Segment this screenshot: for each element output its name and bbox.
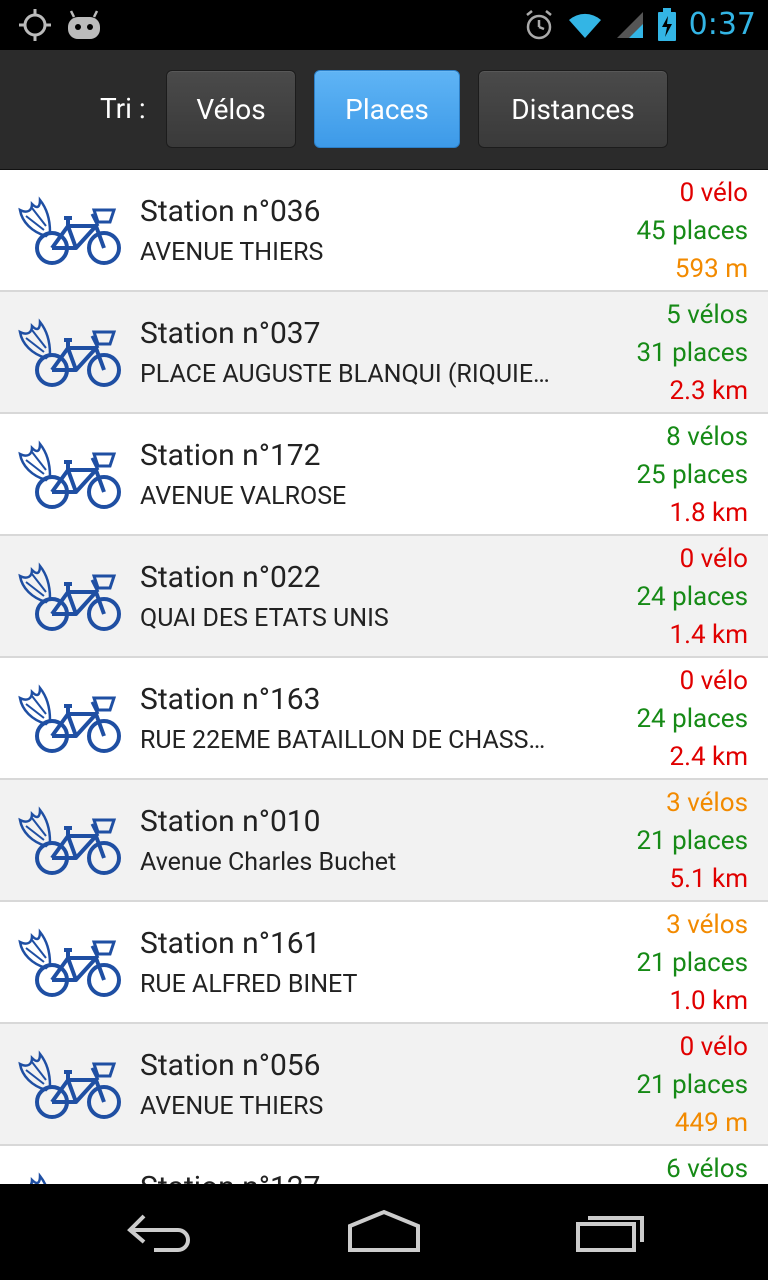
station-distance: 5.1 km	[669, 864, 748, 894]
gps-icon	[19, 9, 51, 41]
station-name: Station n°022	[140, 560, 321, 595]
navigation-bar	[0, 1184, 768, 1280]
sort-by-places-button[interactable]: Places	[314, 70, 460, 148]
bike-station-icon	[18, 928, 121, 997]
available-bikes: 3 vélos	[666, 788, 748, 818]
sort-by-distance-button[interactable]: Distances	[478, 70, 668, 148]
available-places: 21 places	[636, 826, 748, 856]
available-places: 21 places	[636, 948, 748, 978]
available-bikes: 5 vélos	[666, 300, 748, 330]
station-stats: 8 vélos 25 places 1.8 km	[636, 418, 748, 532]
station-row[interactable]: Station n°036 AVENUE THIERS 0 vélo 45 place…	[0, 170, 768, 292]
station-name: Station n°037	[140, 316, 321, 351]
station-name: Station n°161	[140, 926, 321, 961]
available-places: 45 places	[636, 216, 748, 246]
station-distance: 2.3 km	[669, 376, 748, 406]
station-stats: 0 vélo 24 places 1.4 km	[636, 540, 748, 654]
sort-by-bikes-button[interactable]: Vélos	[166, 70, 296, 148]
station-row[interactable]: Station n°022 QUAI DES ETATS UNIS 0 vélo 24…	[0, 536, 768, 658]
station-row[interactable]: Station n°056 AVENUE THIERS 0 vélo 21 place…	[0, 1024, 768, 1146]
station-name: Station n°010	[140, 804, 321, 839]
station-address: RUE 22EME BATAILLON DE CHASS…	[140, 726, 546, 755]
station-row[interactable]: Station n°172 AVENUE VALROSE 8 vélos 25 pla…	[0, 414, 768, 536]
station-distance: 1.0 km	[669, 986, 748, 1016]
station-stats: 0 vélo 21 places 449 m	[636, 1028, 748, 1142]
signal-icon	[616, 12, 643, 38]
available-bikes: 6 vélos	[666, 1154, 748, 1184]
bike-station-icon	[18, 440, 121, 509]
status-bar: 0:37	[0, 0, 768, 50]
bike-station-icon	[18, 684, 121, 753]
station-address: Avenue Charles Buchet	[140, 848, 397, 877]
station-address: PLACE AUGUSTE BLANQUI (RIQUIE…	[140, 360, 550, 389]
available-places: 31 places	[636, 338, 748, 368]
station-stats: 0 vélo 45 places 593 m	[636, 174, 748, 288]
available-bikes: 0 vélo	[679, 1032, 748, 1062]
available-places: 24 places	[636, 582, 748, 612]
station-row[interactable]: Station n°127 6 vélos	[0, 1146, 768, 1184]
station-stats: 0 vélo 24 places 2.4 km	[636, 662, 748, 776]
station-name: Station n°172	[140, 438, 321, 473]
battery-charging-icon	[657, 8, 676, 41]
station-address: QUAI DES ETATS UNIS	[140, 604, 389, 633]
bike-station-icon	[18, 1050, 121, 1119]
recent-apps-icon[interactable]	[574, 1208, 646, 1254]
station-row[interactable]: Station n°163 RUE 22EME BATAILLON DE CHAS…	[0, 658, 768, 780]
home-icon[interactable]	[346, 1208, 422, 1254]
station-stats: 3 vélos 21 places 1.0 km	[636, 906, 748, 1020]
station-distance: 2.4 km	[669, 742, 748, 772]
station-row[interactable]: Station n°161 RUE ALFRED BINET 3 vélos 21 p…	[0, 902, 768, 1024]
station-distance: 593 m	[674, 254, 748, 284]
available-bikes: 0 vélo	[679, 178, 748, 208]
station-name: Station n°127	[140, 1170, 321, 1184]
bike-station-icon	[18, 318, 121, 387]
station-list[interactable]: Station n°036 AVENUE THIERS 0 vélo 45 place…	[0, 170, 768, 1184]
station-distance: 1.8 km	[669, 498, 748, 528]
available-bikes: 8 vélos	[666, 422, 748, 452]
sort-label: Tri :	[100, 92, 146, 125]
available-places: 21 places	[636, 1070, 748, 1100]
bike-station-icon	[18, 806, 121, 875]
station-name: Station n°056	[140, 1048, 321, 1083]
available-bikes: 0 vélo	[679, 666, 748, 696]
station-distance: 449 m	[674, 1108, 748, 1138]
bike-station-icon	[18, 562, 121, 631]
bike-station-icon	[18, 1172, 47, 1184]
available-places: 25 places	[636, 460, 748, 490]
station-name: Station n°163	[140, 682, 321, 717]
android-icon	[68, 10, 100, 39]
station-stats: 3 vélos 21 places 5.1 km	[636, 784, 748, 898]
clock-time: 0:37	[688, 7, 756, 42]
station-stats: 5 vélos 31 places 2.3 km	[636, 296, 748, 410]
alarm-icon	[525, 10, 552, 40]
station-distance: 1.4 km	[669, 620, 748, 650]
available-places: 24 places	[636, 704, 748, 734]
station-name: Station n°036	[140, 194, 321, 229]
wifi-icon	[568, 13, 601, 38]
station-address: AVENUE THIERS	[140, 1092, 324, 1121]
available-bikes: 0 vélo	[679, 544, 748, 574]
station-stats: 6 vélos	[666, 1150, 748, 1184]
available-bikes: 3 vélos	[666, 910, 748, 940]
bike-station-icon	[18, 196, 121, 265]
sort-toolbar: Tri : Vélos Places Distances	[0, 50, 768, 170]
station-address: AVENUE THIERS	[140, 238, 324, 267]
station-address: RUE ALFRED BINET	[140, 970, 358, 999]
back-icon[interactable]	[124, 1208, 196, 1254]
station-address: AVENUE VALROSE	[140, 482, 347, 511]
station-row[interactable]: Station n°037 PLACE AUGUSTE BLANQUI (RIQU…	[0, 292, 768, 414]
station-row[interactable]: Station n°010 Avenue Charles Buchet 3 vélo…	[0, 780, 768, 902]
